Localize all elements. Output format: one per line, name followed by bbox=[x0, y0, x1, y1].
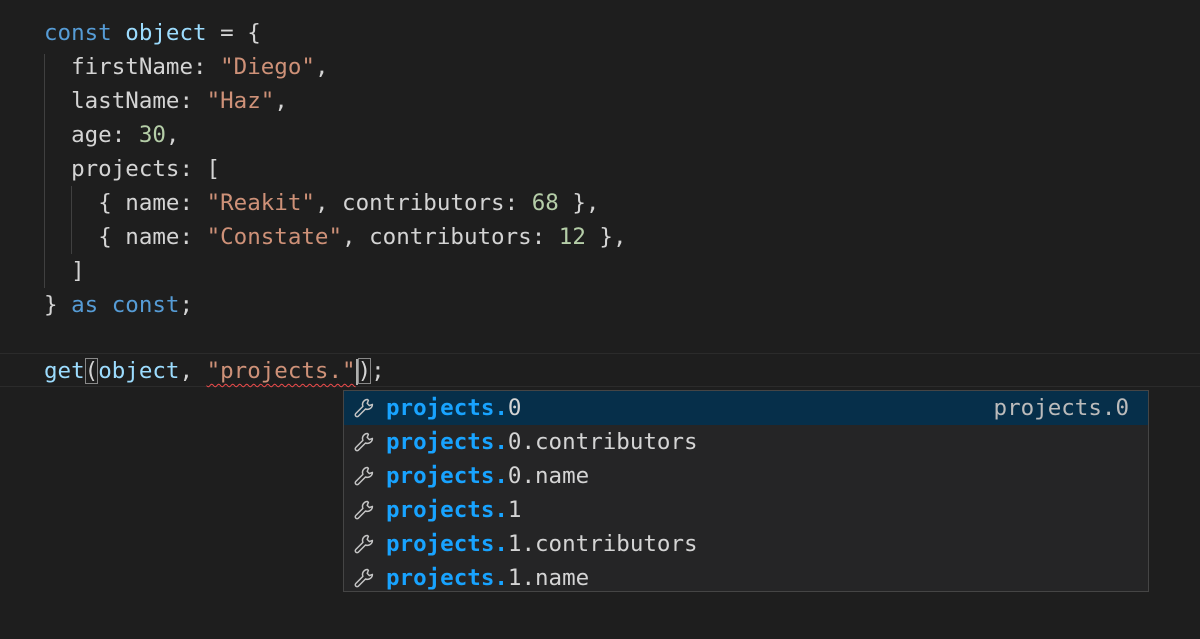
punctuation: , bbox=[165, 122, 180, 148]
suggestion-match: projects. bbox=[386, 497, 508, 523]
punctuation: , bbox=[179, 358, 207, 384]
code-line-1[interactable]: const object = { bbox=[44, 16, 261, 50]
wrench-icon bbox=[354, 432, 374, 452]
property-name: lastName bbox=[71, 88, 180, 114]
suggestion-detail: projects.0 bbox=[993, 395, 1129, 421]
punctuation: }, bbox=[558, 190, 600, 216]
string-literal: "Constate" bbox=[206, 224, 343, 250]
keyword-const: const bbox=[44, 20, 112, 46]
closing-brace: } bbox=[44, 292, 72, 318]
punctuation: : bbox=[179, 190, 207, 216]
suggestion-match: projects. bbox=[386, 429, 508, 455]
wrench-icon bbox=[354, 466, 374, 486]
code-line-5[interactable]: projects: [ bbox=[44, 152, 220, 186]
wrench-icon bbox=[354, 500, 374, 520]
code-line-4[interactable]: age: 30, bbox=[44, 118, 179, 152]
suggestion-label: projects.0.contributors bbox=[386, 425, 698, 459]
property-name: name bbox=[125, 224, 180, 250]
suggestion-label: projects.0.name bbox=[386, 459, 589, 493]
suggestion-match: projects. bbox=[386, 463, 508, 489]
wrench-icon bbox=[354, 568, 374, 588]
punctuation: , bbox=[314, 54, 329, 80]
string-literal: "Reakit" bbox=[206, 190, 315, 216]
suggestion-suffix: 0.name bbox=[507, 463, 590, 489]
code-line-3[interactable]: lastName: "Haz", bbox=[44, 84, 288, 118]
property-name: firstName bbox=[71, 54, 194, 80]
punctuation: }, bbox=[585, 224, 627, 250]
suggestion-suffix: 0 bbox=[507, 395, 522, 421]
function-call-get: get bbox=[44, 358, 85, 384]
property-name: age bbox=[71, 122, 112, 148]
property-name: contributors bbox=[342, 190, 505, 216]
number-literal: 30 bbox=[138, 122, 166, 148]
string-literal: "Haz" bbox=[206, 88, 275, 114]
suggestion-match: projects. bbox=[386, 395, 508, 421]
suggestion-item[interactable]: projects.0.name bbox=[344, 459, 1148, 493]
code-line-8[interactable]: ] bbox=[44, 254, 85, 288]
suggestion-label: projects.1.name bbox=[386, 561, 589, 595]
suggestion-match: projects. bbox=[386, 565, 508, 591]
punctuation: : bbox=[193, 54, 221, 80]
punctuation: { bbox=[98, 224, 126, 250]
string-literal: "Diego" bbox=[220, 54, 315, 80]
suggestion-suffix: 1.contributors bbox=[507, 531, 698, 557]
suggestion-suffix: 1.name bbox=[507, 565, 590, 591]
code-line-7[interactable]: { name: "Constate", contributors: 12 }, bbox=[44, 220, 627, 254]
punctuation: , bbox=[342, 224, 370, 250]
suggestion-item[interactable]: projects.1.contributors bbox=[344, 527, 1148, 561]
suggestion-label: projects.1.contributors bbox=[386, 527, 698, 561]
suggestion-item[interactable]: projects.0.contributors bbox=[344, 425, 1148, 459]
string-literal-error: "projects." bbox=[206, 358, 356, 384]
semicolon: ; bbox=[179, 292, 194, 318]
punctuation: : [ bbox=[179, 156, 221, 182]
wrench-icon bbox=[354, 398, 374, 418]
punctuation: : bbox=[531, 224, 559, 250]
code-line-10[interactable]: get(object, "projects."); bbox=[44, 354, 385, 388]
suggestion-suffix: 0.contributors bbox=[507, 429, 698, 455]
suggestion-suffix: 1 bbox=[507, 497, 522, 523]
variable-object: object bbox=[125, 20, 207, 46]
punctuation: , bbox=[314, 190, 343, 216]
punctuation: : bbox=[111, 122, 139, 148]
punctuation: { bbox=[98, 190, 126, 216]
suggestion-label: projects.1 bbox=[386, 493, 521, 527]
punctuation: , bbox=[274, 88, 288, 114]
code-editor[interactable]: const object = { firstName: "Diego", las… bbox=[0, 0, 1200, 639]
property-name: name bbox=[125, 190, 180, 216]
keyword-const: const bbox=[111, 292, 180, 318]
suggestion-item[interactable]: projects.1 bbox=[344, 493, 1148, 527]
suggestion-match: projects. bbox=[386, 531, 508, 557]
suggestion-label: projects.0 bbox=[386, 391, 521, 425]
code-line-9[interactable]: } as const; bbox=[44, 288, 193, 322]
suggestion-item[interactable]: projects.1.name bbox=[344, 561, 1148, 595]
wrench-icon bbox=[354, 534, 374, 554]
argument-object: object bbox=[98, 358, 180, 384]
property-name: projects bbox=[71, 156, 180, 182]
close-paren: ) bbox=[357, 358, 372, 384]
punctuation: = { bbox=[206, 20, 261, 46]
suggestion-item[interactable]: projects.0 projects.0 bbox=[344, 391, 1148, 425]
number-literal: 68 bbox=[531, 190, 559, 216]
punctuation: : bbox=[179, 88, 207, 114]
punctuation: : bbox=[504, 190, 532, 216]
open-paren: ( bbox=[84, 358, 99, 384]
autocomplete-suggestions[interactable]: projects.0 projects.0 projects.0.contrib… bbox=[343, 390, 1149, 592]
closing-bracket: ] bbox=[71, 258, 85, 284]
semicolon: ; bbox=[371, 358, 385, 384]
keyword-as: as bbox=[71, 292, 99, 318]
code-line-6[interactable]: { name: "Reakit", contributors: 68 }, bbox=[44, 186, 599, 220]
number-literal: 12 bbox=[558, 224, 586, 250]
property-name: contributors bbox=[369, 224, 532, 250]
code-line-2[interactable]: firstName: "Diego", bbox=[44, 50, 328, 84]
punctuation: : bbox=[179, 224, 207, 250]
